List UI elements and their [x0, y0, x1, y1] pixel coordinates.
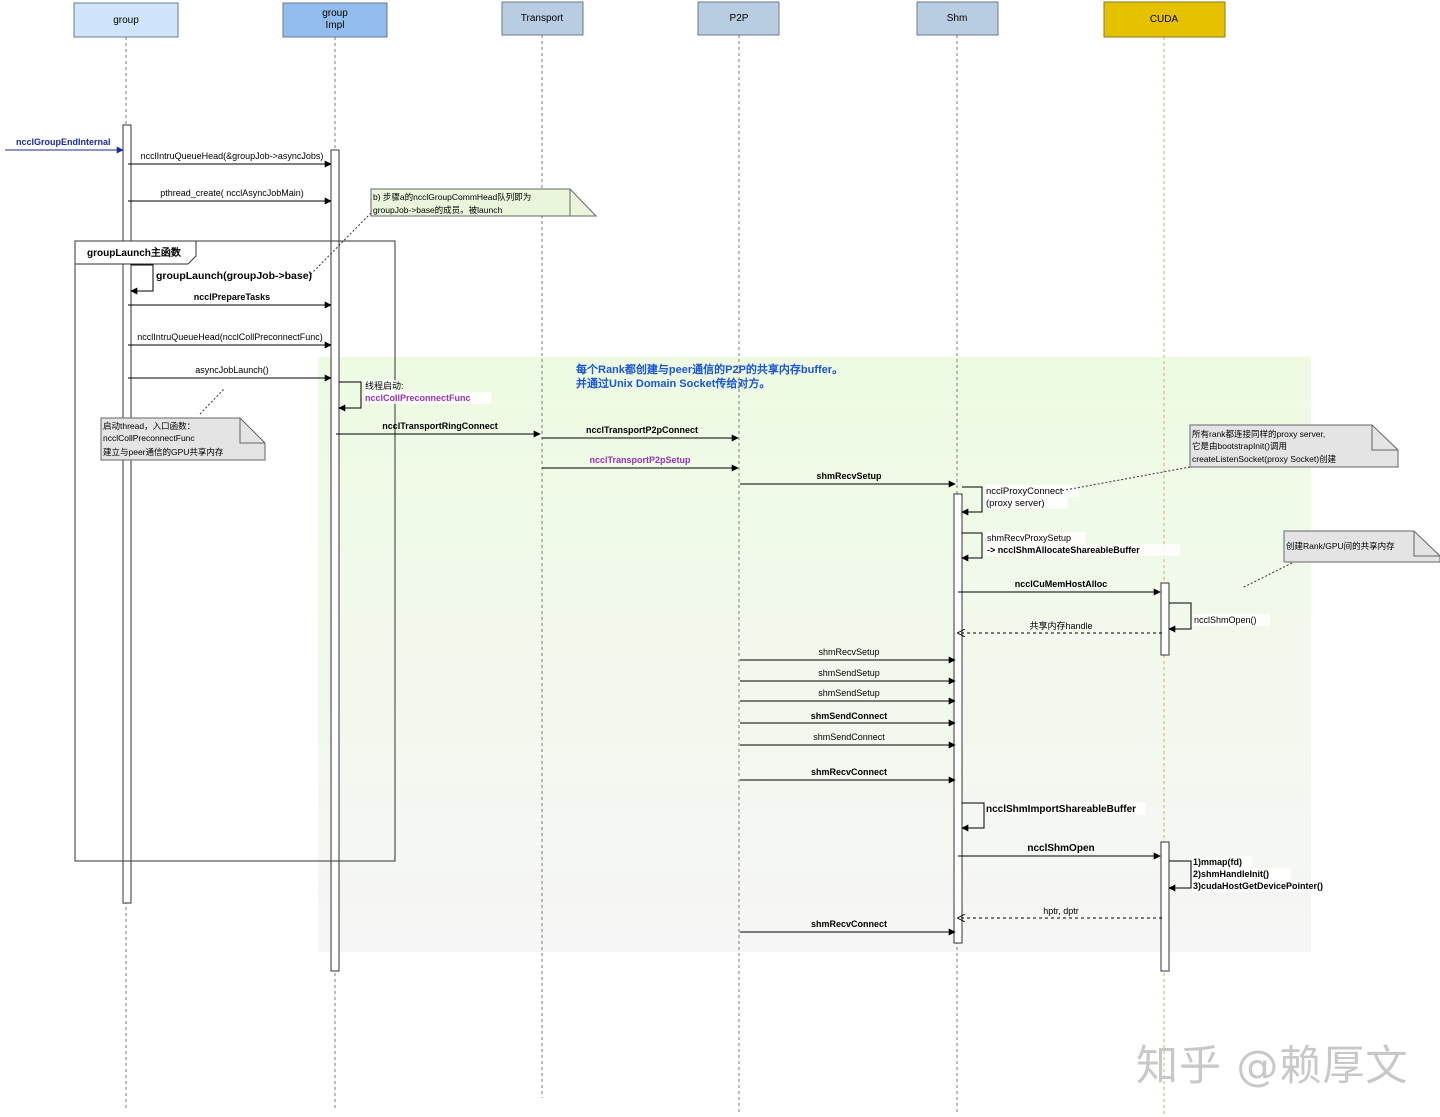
message-label: ncclPrepareTasks: [194, 292, 270, 302]
message-label: shmSendSetup: [818, 688, 880, 698]
message-m5[interactable]: ncclIntruQueueHead(ncclCollPreconnectFun…: [128, 332, 332, 349]
message-label: 1)mmap(fd): [1193, 857, 1242, 867]
message-label: ncclIntruQueueHead(&groupJob->asyncJobs): [141, 151, 324, 161]
region-title-line-1: 每个Rank都创建与peer通信的P2P的共享内存buffer。: [576, 362, 843, 376]
message-label: ncclCollPreconnectFunc: [365, 393, 471, 403]
message-label: 3)cudaHostGetDevicePointer(): [1193, 881, 1323, 891]
participant-cuda[interactable]: CUDA: [1103, 1, 1226, 38]
region-title-line-2: 并通过Unix Domain Socket传给对方。: [576, 376, 770, 390]
self-call-arrow: [130, 264, 154, 295]
sequence-diagram: 每个Rank都创建与peer通信的P2P的共享内存buffer。 并通过Unix…: [5, 1, 1440, 1115]
message-label: shmSendSetup: [818, 668, 880, 678]
message-label: pthread_create( ncclAsyncJobMain): [160, 188, 304, 198]
message-label: 共享内存handle: [1029, 620, 1092, 631]
message-label: (proxy server): [986, 498, 1045, 509]
message-label: hptr, dptr: [1043, 906, 1079, 916]
participant-transport-label: Transport: [521, 13, 564, 24]
participant-cuda-label: CUDA: [1150, 14, 1179, 25]
message-m1[interactable]: ncclIntruQueueHead(&groupJob->asyncJobs): [128, 151, 332, 168]
note-proxy-line-3: createListenSocket(proxy Socket)创建: [1192, 454, 1337, 464]
message-label: ncclTransportP2pSetup: [589, 455, 691, 465]
message-label: shmRecvConnect: [811, 919, 887, 929]
message-label: shmRecvProxySetup: [987, 533, 1071, 543]
participant-p2p-label: P2P: [730, 13, 749, 24]
message-label: asyncJobLaunch(): [195, 365, 269, 375]
frame-label: groupLaunch主函数: [87, 246, 182, 259]
message-label: shmSendConnect: [811, 711, 888, 721]
watermark: 知乎 @赖厚文: [1136, 1041, 1409, 1090]
message-m2[interactable]: pthread_create( ncclAsyncJobMain): [128, 188, 332, 205]
note-thread-line-2: ncclCollPreconnectFunc: [103, 433, 195, 443]
message-label: ncclProxyConnect: [986, 486, 1063, 497]
message-label: 2)shmHandleInit(): [1193, 869, 1269, 879]
note-b-line-1: b) 步骤a的ncclGroupCommHead队列即为: [373, 192, 531, 202]
message-label: ncclTransportP2pConnect: [586, 425, 698, 435]
entry-message-label: ncclGroupEndInternal: [16, 137, 111, 147]
message-label: ncclTransportRingConnect: [382, 421, 498, 431]
message-label: shmRecvConnect: [811, 767, 887, 777]
message-label: ncclShmImportShareableBuffer: [986, 804, 1136, 815]
message-m4[interactable]: ncclPrepareTasks: [128, 292, 332, 309]
participant-shm[interactable]: Shm: [916, 1, 999, 36]
message-label: shmRecvSetup: [818, 647, 879, 657]
message-label: ncclShmOpen(): [1194, 615, 1257, 625]
participant-group-label: group: [113, 15, 139, 26]
note-b-line-2: groupJob->base的成员。被launch: [373, 205, 502, 215]
message-label: ncclShmOpen: [1027, 843, 1094, 854]
message-label: 线程启动:: [365, 380, 404, 391]
message-label: groupLaunch(groupJob->base): [156, 270, 312, 282]
message-m6[interactable]: asyncJobLaunch(): [128, 365, 332, 382]
note-proxy-line-1: 所有rank都连接同样的proxy server,: [1192, 429, 1325, 439]
message-label: ncclIntruQueueHead(ncclCollPreconnectFun…: [137, 332, 323, 342]
note-thread-line-1: 启动thread，入口函数：: [103, 421, 195, 431]
note-shm-line-1: 创建Rank/GPU间的共享内存: [1286, 541, 1395, 551]
message-label: shmRecvSetup: [816, 471, 882, 481]
participant-group-impl[interactable]: group Impl: [282, 2, 388, 38]
participant-transport[interactable]: Transport: [501, 1, 584, 36]
message-label: -> ncclShmAllocateShareableBuffer: [987, 545, 1140, 555]
participant-group[interactable]: group: [73, 2, 179, 38]
message-m3[interactable]: groupLaunch(groupJob->base): [130, 264, 312, 295]
participant-shm-label: Shm: [947, 13, 968, 24]
note-proxy-line-2: 它是由bootstrapInit()调用: [1192, 441, 1287, 451]
note-b[interactable]: b) 步骤a的ncclGroupCommHead队列即为 groupJob->b…: [309, 188, 598, 276]
message-label: ncclCuMemHostAlloc: [1015, 579, 1108, 589]
entry-message[interactable]: ncclGroupEndInternal: [5, 137, 124, 154]
note-thread-line-3: 建立与peer通信的GPU共享内存: [103, 447, 224, 457]
message-label: shmSendConnect: [813, 732, 885, 742]
participant-group-impl-label: group Impl: [322, 8, 348, 31]
participant-p2p[interactable]: P2P: [697, 1, 780, 36]
